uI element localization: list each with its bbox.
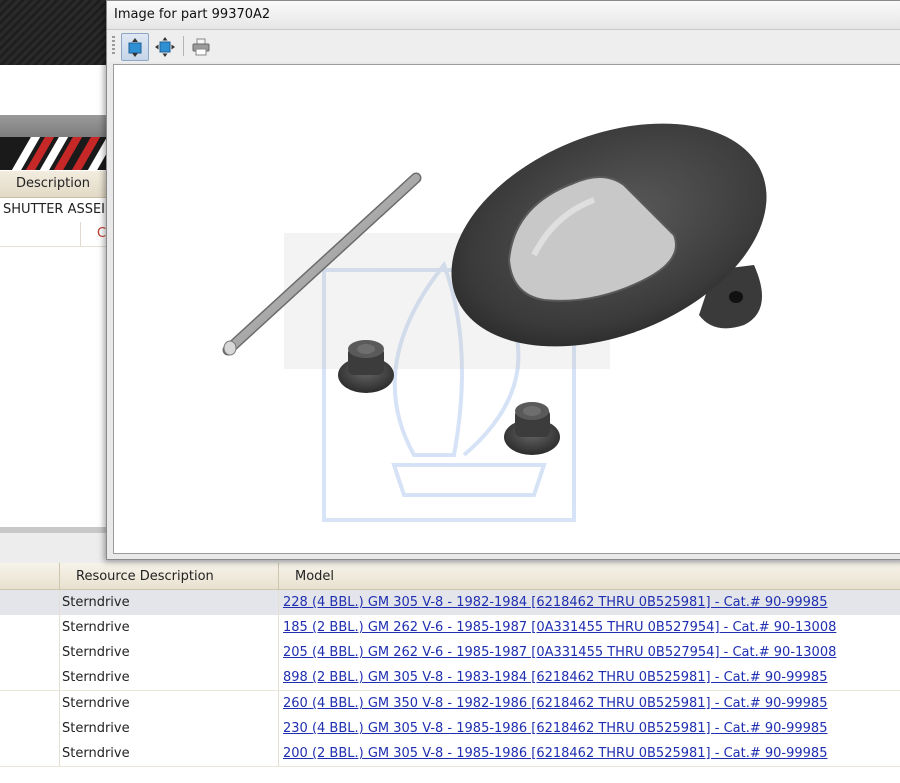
part-image-dialog: Image for part 99370A2 xyxy=(106,0,900,560)
table-row[interactable]: Sterndrive 205 (4 BBL.) GM 262 V-6 - 198… xyxy=(0,640,900,666)
table-row[interactable]: Sterndrive 228 (4 BBL.) GM 305 V-8 - 198… xyxy=(0,590,900,616)
actual-size-button[interactable] xyxy=(151,33,179,61)
description-column-header[interactable]: Description xyxy=(0,171,110,198)
part-image xyxy=(222,123,767,522)
column-header-model[interactable]: Model xyxy=(295,569,334,584)
description-header-label: Description xyxy=(16,176,91,191)
resource-description-cell: Sterndrive xyxy=(62,746,130,761)
model-link[interactable]: 205 (4 BBL.) GM 262 V-6 - 1985-1987 [0A3… xyxy=(283,645,836,660)
dialog-toolbar xyxy=(107,30,900,62)
resource-description-cell: Sterndrive xyxy=(62,696,130,711)
bushing-right-shape xyxy=(504,402,560,455)
table-row[interactable]: Sterndrive 898 (2 BBL.) GM 305 V-8 - 198… xyxy=(0,665,900,691)
resource-description-cell: Sterndrive xyxy=(62,721,130,736)
model-link[interactable]: 898 (2 BBL.) GM 305 V-8 - 1983-1984 [621… xyxy=(283,670,827,685)
model-link[interactable]: 200 (2 BBL.) GM 305 V-8 - 1985-1986 [621… xyxy=(283,746,827,761)
grid-header: Resource Description Model xyxy=(0,563,900,590)
dialog-title: Image for part 99370A2 xyxy=(114,7,271,22)
resource-description-cell: Sterndrive xyxy=(62,645,130,660)
dialog-title-bar[interactable]: Image for part 99370A2 xyxy=(107,1,900,30)
model-link[interactable]: 228 (4 BBL.) GM 305 V-8 - 1982-1984 [621… xyxy=(283,595,827,610)
part-cell: C xyxy=(97,226,107,241)
table-row[interactable]: Sterndrive 230 (4 BBL.) GM 305 V-8 - 198… xyxy=(0,716,900,742)
resource-description-cell: Sterndrive xyxy=(62,670,130,685)
parts-table-row[interactable]: SHUTTER ASSEI xyxy=(0,198,110,223)
print-button[interactable] xyxy=(187,33,215,61)
toolbar-grip[interactable] xyxy=(112,36,115,56)
resource-description-cell: Sterndrive xyxy=(62,595,130,610)
table-row[interactable]: Sterndrive 260 (4 BBL.) GM 350 V-8 - 198… xyxy=(0,691,900,717)
fit-to-window-button[interactable] xyxy=(121,33,149,61)
table-row[interactable]: Sterndrive 185 (2 BBL.) GM 262 V-6 - 198… xyxy=(0,615,900,641)
model-link[interactable]: 185 (2 BBL.) GM 262 V-6 - 1985-1987 [0A3… xyxy=(283,620,836,635)
brand-banner xyxy=(0,137,110,170)
model-link[interactable]: 260 (4 BBL.) GM 350 V-8 - 1982-1986 [621… xyxy=(283,696,827,711)
part-image-viewer[interactable] xyxy=(113,64,900,554)
model-results-grid: Resource Description Model Sterndrive 22… xyxy=(0,563,900,783)
part-description-cell: SHUTTER ASSEI xyxy=(3,202,106,217)
model-link[interactable]: 230 (4 BBL.) GM 305 V-8 - 1985-1986 [621… xyxy=(283,721,827,736)
resource-description-cell: Sterndrive xyxy=(62,620,130,635)
table-row[interactable]: Sterndrive 200 (2 BBL.) GM 305 V-8 - 198… xyxy=(0,741,900,767)
column-header-resource-description[interactable]: Resource Description xyxy=(76,569,214,584)
parts-table-row[interactable]: C xyxy=(0,222,110,247)
